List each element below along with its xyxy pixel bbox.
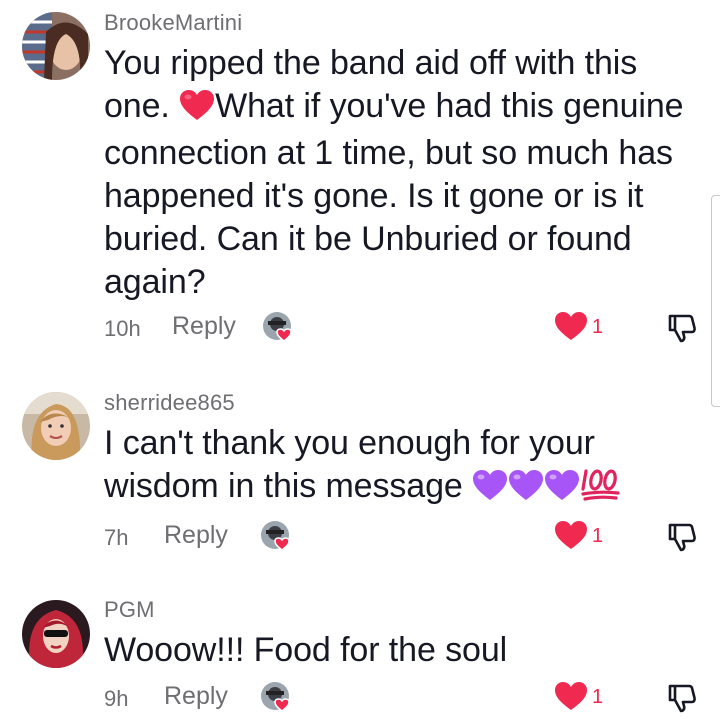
- creator-liked-avatar-icon: [260, 520, 294, 552]
- avatar[interactable]: [22, 12, 90, 80]
- comment-username[interactable]: sherridee865: [104, 390, 700, 416]
- like-button[interactable]: 1: [554, 520, 603, 554]
- purple-heart-icon: [544, 469, 580, 512]
- dislike-icon[interactable]: [666, 682, 698, 714]
- comment-text: Wooow!!! Food for the soul: [104, 631, 508, 669]
- comment-username[interactable]: BrookeMartini: [104, 10, 700, 36]
- comment-timestamp: 9h: [104, 686, 129, 711]
- like-count: 1: [592, 316, 604, 338]
- like-heart-icon: [555, 312, 587, 340]
- comment-text: I can't thank you enough for your wisdom…: [104, 422, 700, 512]
- avatar[interactable]: [22, 392, 90, 460]
- comment-timestamp: 10h: [104, 316, 141, 341]
- purple-heart-icon: [508, 469, 544, 512]
- reply-button[interactable]: Reply: [164, 682, 228, 711]
- like-button[interactable]: 1: [554, 681, 603, 715]
- comment-actions: 9h Reply 1: [104, 680, 704, 716]
- comment-actions: 10h Reply 1: [104, 310, 704, 346]
- avatar[interactable]: [22, 600, 90, 668]
- like-heart-icon: [555, 521, 587, 549]
- like-count: 1: [592, 686, 604, 708]
- like-count: 1: [592, 525, 604, 547]
- comment-username[interactable]: PGM: [104, 597, 700, 623]
- comment-timestamp: 7h: [104, 525, 129, 550]
- red-heart-icon: [179, 89, 215, 132]
- reply-button[interactable]: Reply: [172, 312, 236, 341]
- dislike-icon[interactable]: [666, 312, 698, 344]
- like-heart-icon: [555, 682, 587, 710]
- reply-button[interactable]: Reply: [164, 521, 228, 550]
- like-button[interactable]: 1: [554, 311, 603, 345]
- comment-actions: 7h Reply 1: [104, 519, 704, 555]
- hundred-points-icon: [580, 467, 620, 512]
- creator-liked-avatar-icon: [260, 681, 294, 713]
- scrollbar[interactable]: [711, 195, 720, 407]
- comment-text: You ripped the band aid off with this on…: [104, 42, 700, 304]
- creator-liked-avatar-icon: [262, 311, 296, 343]
- purple-heart-icon: [472, 469, 508, 512]
- dislike-icon[interactable]: [666, 521, 698, 553]
